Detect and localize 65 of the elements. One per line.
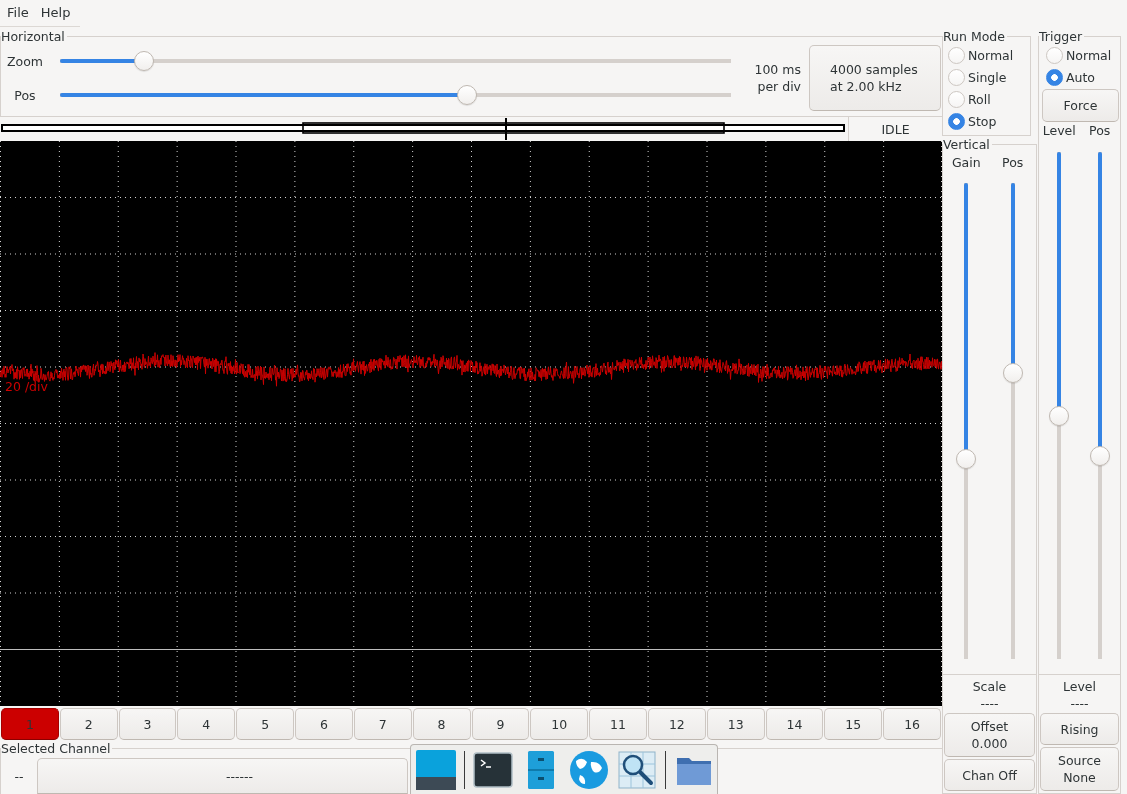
slider-thumb[interactable] [457, 85, 478, 105]
channel-button[interactable]: 6 [295, 708, 353, 740]
slider-label: Pos [14, 87, 36, 103]
globe-icon[interactable] [569, 749, 609, 790]
group-title: Vertical [943, 137, 991, 152]
panel-button[interactable]: Source None [1040, 747, 1119, 791]
samples-button[interactable]: 4000 samples at 2.00 kHz [809, 45, 941, 111]
slider-label: Pos [1002, 154, 1024, 170]
slider-thumb[interactable] [1049, 405, 1070, 426]
scale-label: 20 /div [5, 379, 48, 395]
group-title: Run Mode [943, 29, 1006, 44]
radio-icon[interactable] [1046, 46, 1063, 64]
channel-button[interactable]: 10 [530, 708, 589, 740]
panel-button[interactable]: Rising [1040, 713, 1119, 745]
slider-thumb[interactable] [956, 449, 977, 470]
channel-button[interactable]: 4 [177, 708, 236, 740]
slider-label: Pos [1089, 123, 1111, 138]
channel-button[interactable]: 5 [236, 708, 295, 740]
radio-icon[interactable] [1046, 68, 1063, 86]
radio-icon[interactable] [948, 68, 965, 86]
force-button[interactable]: Force [1042, 89, 1119, 122]
channel-button[interactable]: 11 [589, 708, 647, 740]
radio-icon[interactable] [948, 90, 965, 108]
search-icon[interactable] [617, 749, 657, 790]
channel-button[interactable]: 13 [706, 708, 765, 740]
radio-icon[interactable] [948, 112, 965, 130]
channel-button[interactable]: 12 [647, 708, 706, 740]
slider-label: Zoom [6, 53, 43, 69]
channel-button[interactable]: 16 [883, 708, 941, 740]
terminal-icon[interactable] [473, 749, 513, 790]
slider-thumb[interactable] [1089, 446, 1110, 467]
group-title: Horizontal [1, 29, 66, 44]
panel-button[interactable]: Offset 0.000 [944, 713, 1035, 757]
channel-button[interactable]: 2 [59, 708, 118, 740]
channel-button[interactable]: 8 [412, 708, 471, 740]
radio-option[interactable]: Auto [1039, 66, 1120, 88]
menu-item[interactable]: Help [34, 5, 77, 21]
radio-option[interactable]: Single [943, 66, 1030, 88]
time-per-div-label: 100 ms per div [754, 61, 802, 95]
channel-button[interactable]: 9 [471, 708, 530, 740]
radio-icon[interactable] [948, 46, 965, 64]
channel-name-button[interactable]: ------ [37, 758, 408, 794]
channel-button[interactable]: 7 [353, 708, 412, 740]
slider-thumb[interactable] [1002, 363, 1023, 384]
panel-button[interactable]: Chan Off [944, 759, 1035, 791]
readout-label: Level [1063, 678, 1096, 695]
radio-option[interactable]: Normal [943, 44, 1030, 66]
radio-option[interactable]: Roll [943, 88, 1030, 110]
slider-label: Gain [951, 154, 981, 170]
readout-value: ---- [980, 695, 999, 712]
group-title: Trigger [1039, 29, 1084, 44]
group-title: Selected Channel [1, 741, 112, 756]
channel-button[interactable]: 15 [824, 708, 883, 740]
status-label: IDLE [881, 121, 910, 137]
channel-button[interactable]: 14 [765, 708, 824, 740]
readout-label: Scale [972, 678, 1007, 695]
slider-label: Level [1042, 123, 1076, 138]
menu-item[interactable]: File [1, 5, 35, 21]
slider-thumb[interactable] [133, 51, 154, 71]
readout-value: ---- [1070, 695, 1089, 712]
channel-button[interactable]: 3 [118, 708, 177, 740]
channel-value: -- [14, 768, 24, 784]
radio-option[interactable]: Normal [1039, 44, 1120, 66]
radio-option[interactable]: Stop [943, 110, 1030, 132]
display-icon[interactable] [416, 749, 456, 790]
